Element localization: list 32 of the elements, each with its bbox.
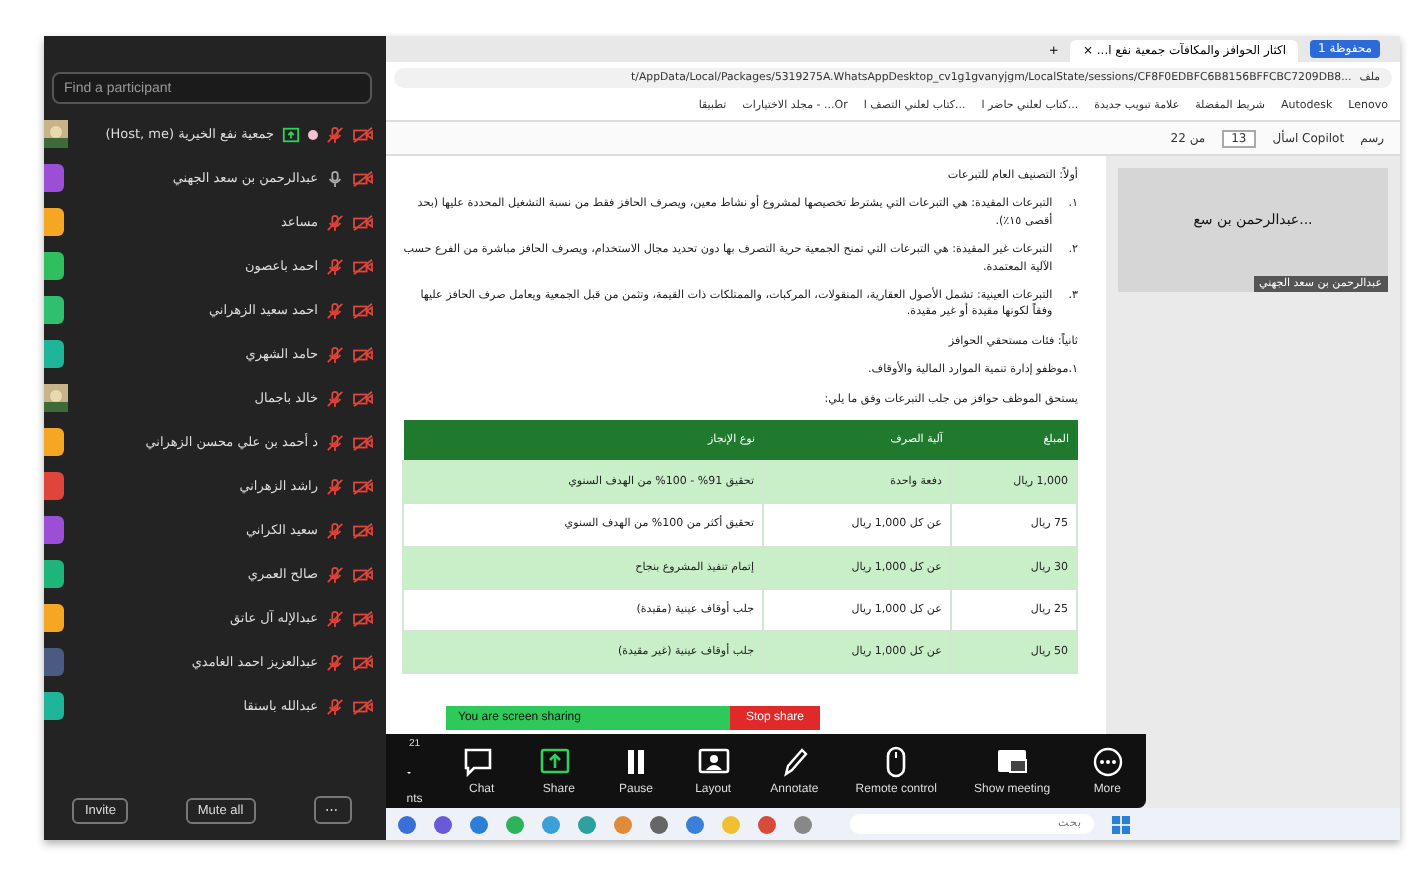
muted-mic-icon[interactable]: [326, 433, 344, 451]
layout-icon[interactable]: [693, 746, 734, 778]
video-off-icon[interactable]: [352, 653, 374, 671]
video-off-icon[interactable]: [352, 433, 374, 451]
video-off-icon[interactable]: [352, 565, 374, 583]
muted-mic-icon[interactable]: [326, 697, 344, 715]
video-off-icon[interactable]: [352, 345, 374, 363]
muted-mic-icon[interactable]: [326, 301, 344, 319]
video-off-icon[interactable]: [352, 213, 374, 231]
start-icon[interactable]: [1112, 815, 1130, 833]
muted-mic-icon[interactable]: [326, 257, 344, 275]
muted-mic-icon[interactable]: [326, 653, 344, 671]
mic-icon[interactable]: [326, 169, 344, 187]
video-off-icon[interactable]: [352, 609, 374, 627]
muted-mic-icon[interactable]: [326, 389, 344, 407]
video-off-icon[interactable]: [352, 169, 374, 187]
recording-dot-icon: [308, 129, 318, 139]
video-off-icon[interactable]: [352, 697, 374, 715]
muted-mic-icon[interactable]: [326, 609, 344, 627]
muted-mic-icon[interactable]: [326, 213, 344, 231]
window-icon[interactable]: [992, 746, 1033, 778]
muted-mic-icon[interactable]: [326, 125, 344, 143]
video-off-icon[interactable]: [352, 477, 374, 495]
video-off-icon[interactable]: [352, 301, 374, 319]
muted-mic-icon[interactable]: [326, 521, 344, 539]
muted-mic-icon[interactable]: [326, 345, 344, 363]
video-off-icon[interactable]: [352, 521, 374, 539]
video-off-icon[interactable]: [352, 389, 374, 407]
muted-mic-icon[interactable]: [326, 477, 344, 495]
video-off-icon[interactable]: [352, 125, 374, 143]
muted-mic-icon[interactable]: [326, 565, 344, 583]
video-off-icon[interactable]: [352, 257, 374, 275]
